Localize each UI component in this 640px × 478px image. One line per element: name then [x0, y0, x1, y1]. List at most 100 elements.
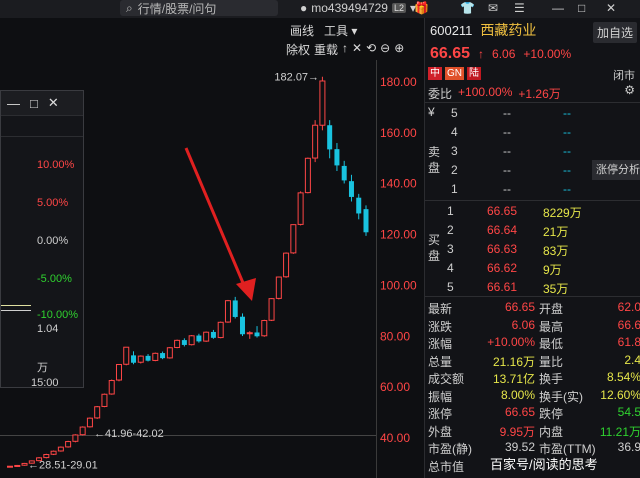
candle	[275, 276, 282, 299]
pct-tick: -5.00%	[37, 273, 72, 285]
stat-cell: 内盘	[539, 424, 564, 439]
candle	[196, 335, 202, 342]
sell-row-cell: 2	[451, 163, 458, 177]
stat-cell: 36.9	[617, 440, 640, 454]
zoom-out-icon[interactable]: ⊖	[380, 41, 390, 58]
stat-cell: 8.00%	[500, 387, 535, 402]
flag-icon: 中	[428, 67, 442, 80]
candle	[217, 321, 224, 339]
popup-minimize-button[interactable]: —	[7, 96, 20, 111]
sell-row-cell: 3	[451, 144, 458, 158]
price-line-row: 66.65 ↑ 6.06 +10.00%	[430, 45, 571, 63]
tag-lu[interactable]: 陆	[467, 67, 481, 80]
volume-unit: 万	[37, 362, 48, 374]
candle	[72, 434, 79, 442]
sell-row-cell: --	[503, 182, 511, 196]
limit-up-analysis-tab[interactable]: 涨停分析	[592, 160, 640, 180]
high-annotation: 182.07→	[274, 72, 319, 84]
candle	[239, 316, 245, 335]
divider	[425, 200, 640, 201]
buy-row-cell: 4	[447, 261, 454, 275]
candle	[348, 181, 354, 197]
stat-row: 涨跌 6.06 最高 66.6	[425, 318, 640, 335]
menu-icon[interactable]: ☰	[514, 0, 525, 16]
stat-cell: 39.52	[504, 440, 535, 454]
chart-toolbar: 除权 重载 ↑ ✕ ⟲ ⊖ ⊕	[286, 41, 404, 58]
candle	[65, 441, 72, 448]
popup-close-button[interactable]: ✕	[48, 95, 59, 111]
stat-cell: 2.4	[624, 352, 640, 367]
candle	[254, 332, 260, 337]
up-icon[interactable]: ↑	[342, 41, 348, 58]
candle	[145, 355, 151, 361]
tags-row: 中 GN 陆	[428, 67, 481, 80]
candle	[21, 462, 28, 466]
add-watchlist-button[interactable]: 加自选	[592, 22, 637, 43]
exright-button[interactable]: 除权	[286, 41, 310, 58]
candle	[327, 125, 333, 150]
order-ratio-label: 委比	[428, 87, 453, 101]
mail-icon[interactable]: ✉	[488, 0, 498, 16]
candle	[115, 364, 122, 381]
search-placeholder: 行情/股票/问句	[137, 1, 217, 16]
time-label: 15:00	[31, 377, 59, 389]
y-tick-label: 180.00	[380, 75, 417, 89]
tools-button[interactable]: 工具 ▾	[324, 22, 357, 39]
buy-row: 5 66.61 35万	[425, 280, 640, 297]
sell-row-cell: --	[563, 125, 571, 139]
stat-cell: 振幅	[428, 389, 453, 404]
candle	[304, 157, 311, 194]
y-tick-label: 100.00	[380, 278, 417, 292]
zoom-in-icon[interactable]: ⊕	[394, 41, 404, 58]
watermark: 百家号/阅读的思考	[490, 457, 598, 472]
y-tick-label: 80.00	[380, 329, 410, 343]
sell-row-cell: --	[563, 163, 571, 177]
candle	[50, 450, 57, 455]
minimize-button[interactable]: —	[552, 0, 564, 16]
buy-row-cell: 2	[447, 223, 454, 237]
stat-cell: 总量	[428, 354, 453, 369]
y-tick-label: 140.00	[380, 177, 417, 191]
popup-subbar	[1, 116, 83, 137]
candle	[356, 197, 362, 214]
y-tick-label: 120.00	[380, 228, 417, 242]
shirt-icon[interactable]: 👕	[460, 0, 475, 16]
reload-button[interactable]: 重载	[314, 41, 338, 58]
intraday-popup[interactable]: — □ ✕ 10.00% 5.00% 0.00% -5.00% -10.00% …	[0, 90, 84, 389]
candle	[137, 355, 144, 363]
candle	[123, 346, 130, 365]
last-price: 66.65	[430, 45, 471, 62]
search-box[interactable]: ⌕ 行情/股票/问句	[120, 0, 278, 16]
settings-icon[interactable]: ⚙	[624, 83, 635, 97]
range-annotation: ←41.96-42.02	[94, 428, 164, 440]
close-icon[interactable]: ✕	[352, 41, 362, 58]
order-ratio-diff: +1.26万	[518, 87, 561, 101]
buy-row-cell: 3	[447, 242, 454, 256]
stat-cell: 跌停	[539, 407, 564, 421]
popup-titlebar: — □ ✕	[1, 91, 83, 116]
gift-icon[interactable]: 🎁	[414, 0, 429, 16]
sell-row-cell: --	[563, 106, 571, 120]
user-area[interactable]: ● mo439494729 L2 ▾	[300, 0, 416, 16]
popup-maximize-button[interactable]: □	[30, 96, 38, 111]
candle	[101, 393, 108, 407]
close-button[interactable]: ✕	[606, 0, 616, 16]
draw-line-button[interactable]: 画线	[290, 22, 314, 39]
order-ratio-value: +100.00%	[458, 85, 513, 99]
stat-cell: 66.6	[617, 317, 640, 332]
avg-line	[1, 310, 31, 311]
maximize-button[interactable]: □	[578, 0, 585, 16]
candle	[261, 320, 268, 337]
stat-cell: 66.65	[504, 300, 535, 314]
sell-row: 4 -- --	[425, 125, 640, 142]
tag-gn[interactable]: GN	[445, 67, 464, 80]
red-arrow	[184, 147, 248, 291]
sell-row-cell: --	[503, 106, 511, 120]
volume-value: 1.04	[37, 323, 59, 335]
red-arrowhead	[236, 278, 256, 301]
candle	[268, 298, 275, 321]
sell-row-cell: --	[503, 144, 511, 158]
refresh-icon[interactable]: ⟲	[366, 41, 376, 58]
candle	[152, 352, 159, 361]
stat-cell: 换手(实)	[539, 389, 583, 404]
